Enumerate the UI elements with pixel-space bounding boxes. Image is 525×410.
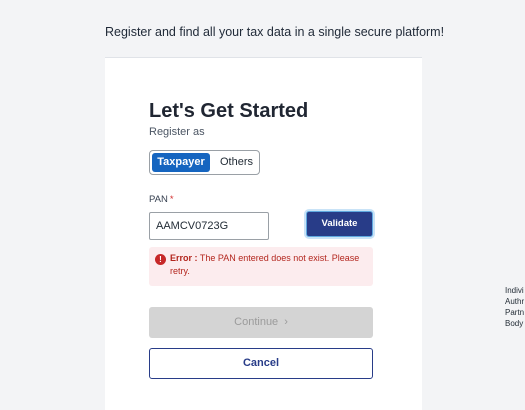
tagline: Register and find all your tax data in a… [105, 25, 445, 39]
cancel-button[interactable]: Cancel [149, 348, 373, 379]
page-title: Let's Get Started [149, 100, 309, 122]
error-message: The PAN entered does not exist. Please r… [170, 253, 360, 276]
side-item: Body [505, 319, 524, 328]
registration-card: Let's Get Started Register as Taxpayer O… [105, 57, 422, 410]
continue-label: Continue [234, 316, 279, 328]
error-message-box: ! Error : The PAN entered does not exist… [149, 247, 373, 286]
taxpayer-option[interactable]: Taxpayer [152, 153, 210, 172]
chevron-right-icon: › [284, 316, 288, 328]
required-mark: * [169, 194, 174, 205]
register-as-label: Register as [149, 126, 205, 138]
exclamation-circle-icon: ! [155, 254, 166, 265]
error-prefix: Error : [170, 253, 198, 263]
side-item: Indivi [505, 286, 524, 295]
side-item: Authr [505, 297, 525, 306]
side-item: Partn [505, 308, 525, 317]
others-option[interactable]: Others [214, 153, 259, 172]
side-panel-list: Indivi Authr Partn Body [505, 285, 525, 329]
pan-label-text: PAN [149, 194, 168, 205]
pan-label: PAN * [149, 194, 174, 205]
pan-input[interactable] [149, 212, 269, 240]
register-type-toggle: Taxpayer Others [149, 150, 260, 175]
continue-button: Continue › [149, 307, 373, 338]
validate-button[interactable]: Validate [306, 211, 373, 237]
